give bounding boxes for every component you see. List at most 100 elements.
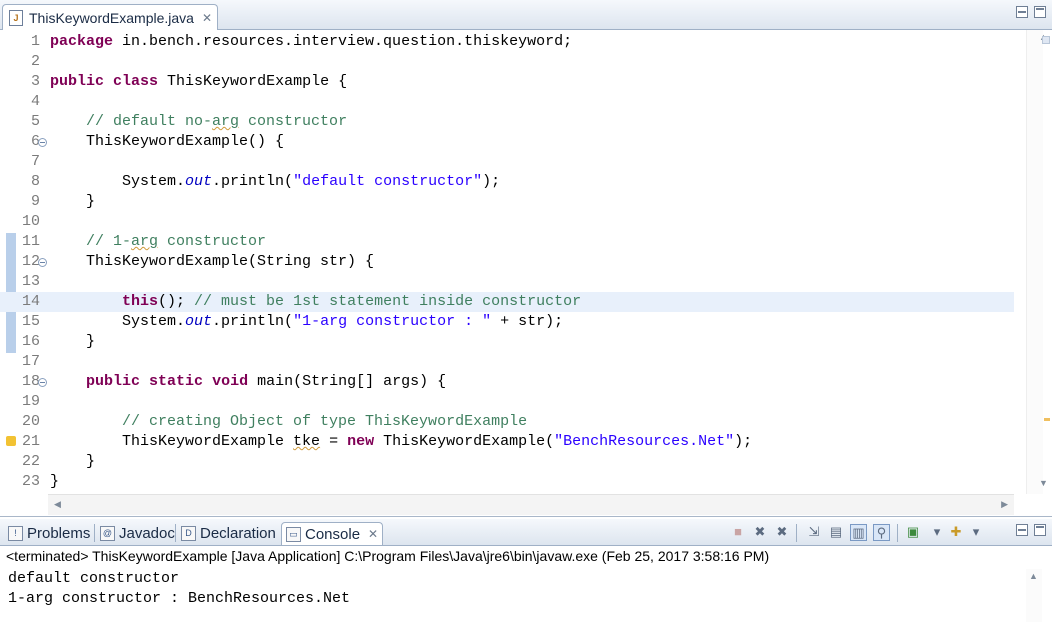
show-when-stderr-icon[interactable]: ▥	[850, 524, 867, 541]
code-token: );	[734, 433, 752, 450]
code-text: package in.bench.resources.interview.que…	[50, 32, 572, 52]
line-number: 10	[18, 212, 40, 232]
code-line[interactable]: 16 }	[0, 332, 1014, 352]
line-number: 11	[18, 232, 40, 252]
warning-icon[interactable]	[6, 436, 16, 446]
maximize-icon[interactable]	[1034, 6, 1046, 18]
tab-declaration[interactable]: D Declaration	[177, 522, 280, 544]
line-number: 3	[18, 72, 40, 92]
fold-toggle-icon[interactable]	[38, 258, 47, 267]
scroll-right-icon[interactable]: ▶	[1001, 499, 1008, 510]
scroll-left-icon[interactable]: ◀	[54, 499, 61, 510]
code-text: }	[50, 192, 95, 212]
java-file-icon: J	[9, 10, 23, 26]
code-token: void	[212, 373, 248, 390]
tab-divider	[175, 524, 176, 542]
code-area[interactable]: 1package in.bench.resources.interview.qu…	[0, 30, 1014, 494]
code-token: ThisKeywordExample	[50, 433, 293, 450]
code-token	[50, 293, 122, 310]
code-token: }	[50, 333, 95, 350]
code-text: ThisKeywordExample() {	[50, 132, 284, 152]
code-text: ThisKeywordExample tke = new ThisKeyword…	[50, 432, 752, 452]
code-token: public	[86, 373, 140, 390]
code-text: public static void main(String[] args) {	[50, 372, 446, 392]
scrollbar-track[interactable]: ▲ ▼	[1026, 30, 1043, 494]
code-line[interactable]: 20 // creating Object of type ThisKeywor…	[0, 412, 1014, 432]
code-line[interactable]: 14 this(); // must be 1st statement insi…	[0, 292, 1014, 312]
terminate-icon[interactable]: ■	[730, 524, 746, 540]
minimize-icon[interactable]	[1016, 524, 1028, 536]
horizontal-scrollbar[interactable]: ◀ ▶	[48, 494, 1014, 515]
close-icon[interactable]: ✕	[202, 11, 212, 25]
editor-tab[interactable]: J ThisKeywordExample.java ✕	[2, 4, 218, 30]
console-output-line: default constructor	[8, 569, 350, 589]
declaration-icon: D	[181, 526, 196, 541]
display-selected-console-dropdown-icon[interactable]: ▾	[929, 524, 945, 540]
console-window-controls	[1016, 524, 1046, 536]
scroll-up-icon[interactable]: ▲	[1029, 571, 1038, 581]
code-line[interactable]: 15 System.out.println("1-arg constructor…	[0, 312, 1014, 332]
remove-launch-icon[interactable]: ✖	[752, 524, 768, 540]
console-output[interactable]: default constructor1-arg constructor : B…	[8, 569, 350, 609]
code-token: // creating Object of type ThisKeywordEx…	[50, 413, 527, 430]
javadoc-icon: @	[100, 526, 115, 541]
code-line[interactable]: 9 }	[0, 192, 1014, 212]
code-line[interactable]: 6 ThisKeywordExample() {	[0, 132, 1014, 152]
line-number: 17	[18, 352, 40, 372]
code-token	[140, 373, 149, 390]
code-line[interactable]: 2	[0, 52, 1014, 72]
code-text: this(); // must be 1st statement inside …	[50, 292, 581, 312]
code-line[interactable]: 3 public class ThisKeywordExample {	[0, 72, 1014, 92]
code-line[interactable]: 1package in.bench.resources.interview.qu…	[0, 32, 1014, 52]
code-line[interactable]: 7	[0, 152, 1014, 172]
code-line[interactable]: 13	[0, 272, 1014, 292]
code-line[interactable]: 4	[0, 92, 1014, 112]
overview-ruler-summary-icon[interactable]	[1042, 36, 1050, 44]
code-token: }	[50, 473, 59, 490]
scroll-lock-icon[interactable]: ⇲	[806, 524, 822, 540]
code-line[interactable]: 5 // default no-arg constructor	[0, 112, 1014, 132]
display-selected-console-icon[interactable]: ▣	[905, 524, 921, 540]
code-text: System.out.println("default constructor"…	[50, 172, 500, 192]
maximize-icon[interactable]	[1034, 524, 1046, 536]
code-token: // 1-	[50, 233, 131, 250]
code-line[interactable]: 17	[0, 352, 1014, 372]
overview-warning-marker[interactable]	[1044, 418, 1050, 421]
tab-javadoc[interactable]: @ Javadoc	[96, 522, 179, 544]
editor-pane: J ThisKeywordExample.java ✕ 1package in.…	[0, 0, 1052, 517]
code-line[interactable]: 11 // 1-arg constructor	[0, 232, 1014, 252]
console-scrollbar[interactable]: ▲	[1026, 569, 1042, 622]
minimize-icon[interactable]	[1016, 6, 1028, 18]
close-icon[interactable]: ✕	[368, 527, 378, 541]
code-line[interactable]: 22 }	[0, 452, 1014, 472]
code-token: System.	[50, 173, 185, 190]
code-token: this	[122, 293, 158, 310]
remove-all-terminated-icon[interactable]: ✖	[774, 524, 790, 540]
code-line[interactable]: 18 public static void main(String[] args…	[0, 372, 1014, 392]
code-text: System.out.println("1-arg constructor : …	[50, 312, 563, 332]
open-console-dropdown-icon[interactable]: ▾	[968, 524, 984, 540]
code-text: ThisKeywordExample(String str) {	[50, 252, 374, 272]
editor-tab-bar: J ThisKeywordExample.java ✕	[0, 0, 1052, 30]
vertical-scrollbar[interactable]: ▲ ▼	[1016, 30, 1052, 494]
show-when-stdout-icon[interactable]: ▤	[828, 524, 844, 540]
code-line[interactable]: 12 ThisKeywordExample(String str) {	[0, 252, 1014, 272]
pin-console-icon[interactable]: ⚲	[873, 524, 890, 541]
fold-toggle-icon[interactable]	[38, 378, 47, 387]
code-line[interactable]: 23}	[0, 472, 1014, 492]
line-number: 18	[18, 372, 40, 392]
line-number: 23	[18, 472, 40, 492]
code-line[interactable]: 10	[0, 212, 1014, 232]
code-line[interactable]: 8 System.out.println("default constructo…	[0, 172, 1014, 192]
scroll-down-icon[interactable]: ▼	[1039, 478, 1048, 488]
open-console-icon[interactable]: ✚	[948, 524, 964, 540]
tab-problems[interactable]: ! Problems	[4, 522, 94, 544]
line-number: 9	[18, 192, 40, 212]
line-number: 2	[18, 52, 40, 72]
code-text: public class ThisKeywordExample {	[50, 72, 347, 92]
tab-console[interactable]: ▭ Console ✕	[281, 522, 383, 545]
line-number: 12	[18, 252, 40, 272]
code-line[interactable]: 21 ThisKeywordExample tke = new ThisKeyw…	[0, 432, 1014, 452]
code-line[interactable]: 19	[0, 392, 1014, 412]
fold-toggle-icon[interactable]	[38, 138, 47, 147]
